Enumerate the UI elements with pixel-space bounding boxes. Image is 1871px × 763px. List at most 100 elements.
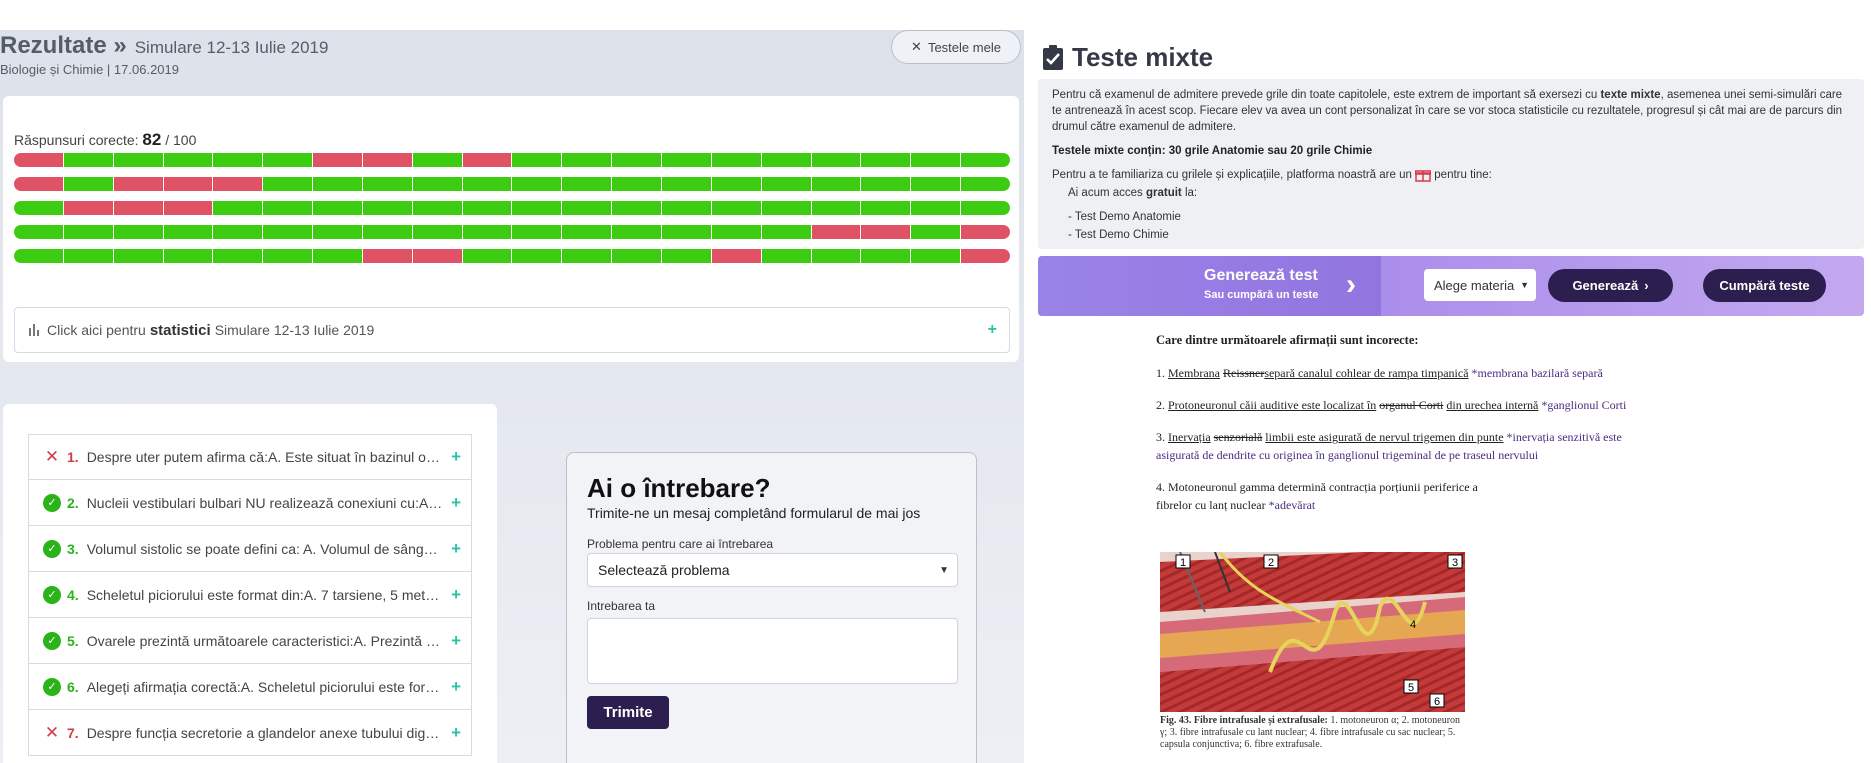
correct-answer-cell[interactable] <box>263 225 314 239</box>
correct-answer-cell[interactable] <box>661 225 712 239</box>
my-tests-button[interactable]: ✕ Testele mele <box>891 30 1021 64</box>
wrong-answer-cell[interactable] <box>63 201 114 215</box>
correct-answer-cell[interactable] <box>811 177 862 191</box>
correct-answer-cell[interactable] <box>512 201 563 215</box>
correct-answer-cell[interactable] <box>612 153 662 167</box>
wrong-answer-cell[interactable] <box>163 201 214 215</box>
correct-answer-cell[interactable] <box>612 177 662 191</box>
correct-answer-cell[interactable] <box>362 225 413 239</box>
question-item[interactable]: ✕ 7. Despre funcția secretorie a glandelor… <box>28 710 472 756</box>
correct-answer-cell[interactable] <box>263 153 314 167</box>
correct-answer-cell[interactable] <box>811 153 862 167</box>
statistics-toggle[interactable]: Click aici pentru statistici Simulare 12… <box>14 307 1010 353</box>
wrong-answer-cell[interactable] <box>462 153 513 167</box>
correct-answer-cell[interactable] <box>562 201 613 215</box>
correct-answer-cell[interactable] <box>362 201 413 215</box>
wrong-answer-cell[interactable] <box>113 201 164 215</box>
wrong-answer-cell[interactable] <box>412 249 463 263</box>
correct-answer-cell[interactable] <box>911 153 962 167</box>
correct-answer-cell[interactable] <box>911 225 962 239</box>
correct-answer-cell[interactable] <box>512 177 563 191</box>
correct-answer-cell[interactable] <box>412 201 463 215</box>
wrong-answer-cell[interactable] <box>163 177 214 191</box>
wrong-answer-cell[interactable] <box>811 225 862 239</box>
correct-answer-cell[interactable] <box>761 249 812 263</box>
correct-answer-cell[interactable] <box>661 201 712 215</box>
correct-answer-cell[interactable] <box>911 249 962 263</box>
correct-answer-cell[interactable] <box>14 225 64 239</box>
question-item[interactable]: ✕ 1. Despre uter putem afirma că:A. Este s… <box>28 434 472 480</box>
correct-answer-cell[interactable] <box>263 249 314 263</box>
question-item[interactable]: ✓ 5. Ovarele prezintă următoarele caracter… <box>28 618 472 664</box>
buy-tests-button[interactable]: Cumpără teste <box>1703 269 1826 302</box>
correct-answer-cell[interactable] <box>362 177 413 191</box>
question-item[interactable]: ✓ 6. Alegeți afirmația corectă:A. Scheletu… <box>28 664 472 710</box>
correct-answer-cell[interactable] <box>562 249 613 263</box>
correct-answer-cell[interactable] <box>213 225 264 239</box>
correct-answer-cell[interactable] <box>562 177 613 191</box>
correct-answer-cell[interactable] <box>462 177 513 191</box>
correct-answer-cell[interactable] <box>612 201 662 215</box>
correct-answer-cell[interactable] <box>761 225 812 239</box>
wrong-answer-cell[interactable] <box>213 177 264 191</box>
correct-answer-cell[interactable] <box>113 153 164 167</box>
correct-answer-cell[interactable] <box>412 153 463 167</box>
correct-answer-cell[interactable] <box>462 225 513 239</box>
correct-answer-cell[interactable] <box>711 225 762 239</box>
correct-answer-cell[interactable] <box>811 249 862 263</box>
correct-answer-cell[interactable] <box>961 201 1010 215</box>
wrong-answer-cell[interactable] <box>711 249 762 263</box>
correct-answer-cell[interactable] <box>213 249 264 263</box>
correct-answer-cell[interactable] <box>213 153 264 167</box>
correct-answer-cell[interactable] <box>462 249 513 263</box>
correct-answer-cell[interactable] <box>562 225 613 239</box>
question-textarea[interactable] <box>587 618 958 684</box>
correct-answer-cell[interactable] <box>313 177 363 191</box>
correct-answer-cell[interactable] <box>661 249 712 263</box>
correct-answer-cell[interactable] <box>163 225 214 239</box>
wrong-answer-cell[interactable] <box>14 177 64 191</box>
generate-button[interactable]: Generează › <box>1548 269 1673 302</box>
wrong-answer-cell[interactable] <box>113 177 164 191</box>
correct-answer-cell[interactable] <box>412 225 463 239</box>
correct-answer-cell[interactable] <box>412 177 463 191</box>
demo-item[interactable]: - Test Demo Chimie <box>1068 227 1850 243</box>
wrong-answer-cell[interactable] <box>961 225 1010 239</box>
correct-answer-cell[interactable] <box>861 177 912 191</box>
correct-answer-cell[interactable] <box>113 249 164 263</box>
correct-answer-cell[interactable] <box>711 201 762 215</box>
demo-item[interactable]: - Test Demo Anatomie <box>1068 209 1850 225</box>
correct-answer-cell[interactable] <box>113 225 164 239</box>
wrong-answer-cell[interactable] <box>313 153 363 167</box>
correct-answer-cell[interactable] <box>63 249 114 263</box>
correct-answer-cell[interactable] <box>911 177 962 191</box>
correct-answer-cell[interactable] <box>163 249 214 263</box>
problem-select[interactable]: Selectează problema ▼ <box>587 553 958 587</box>
correct-answer-cell[interactable] <box>861 249 912 263</box>
correct-answer-cell[interactable] <box>313 201 363 215</box>
correct-answer-cell[interactable] <box>163 153 214 167</box>
question-item[interactable]: ✓ 4. Scheletul piciorului este format din:… <box>28 572 472 618</box>
correct-answer-cell[interactable] <box>711 177 762 191</box>
correct-answer-cell[interactable] <box>761 201 812 215</box>
correct-answer-cell[interactable] <box>63 177 114 191</box>
correct-answer-cell[interactable] <box>761 177 812 191</box>
subject-select[interactable]: Alege materia ▼ <box>1424 269 1536 301</box>
wrong-answer-cell[interactable] <box>861 225 912 239</box>
correct-answer-cell[interactable] <box>661 177 712 191</box>
correct-answer-cell[interactable] <box>63 153 114 167</box>
correct-answer-cell[interactable] <box>861 201 912 215</box>
correct-answer-cell[interactable] <box>761 153 812 167</box>
correct-answer-cell[interactable] <box>512 249 563 263</box>
correct-answer-cell[interactable] <box>313 225 363 239</box>
correct-answer-cell[interactable] <box>661 153 712 167</box>
correct-answer-cell[interactable] <box>961 177 1010 191</box>
question-item[interactable]: ✓ 3. Volumul sistolic se poate defini ca: … <box>28 526 472 572</box>
correct-answer-cell[interactable] <box>811 201 862 215</box>
correct-answer-cell[interactable] <box>213 201 264 215</box>
correct-answer-cell[interactable] <box>313 249 363 263</box>
correct-answer-cell[interactable] <box>462 201 513 215</box>
correct-answer-cell[interactable] <box>911 201 962 215</box>
correct-answer-cell[interactable] <box>14 249 64 263</box>
correct-answer-cell[interactable] <box>861 153 912 167</box>
